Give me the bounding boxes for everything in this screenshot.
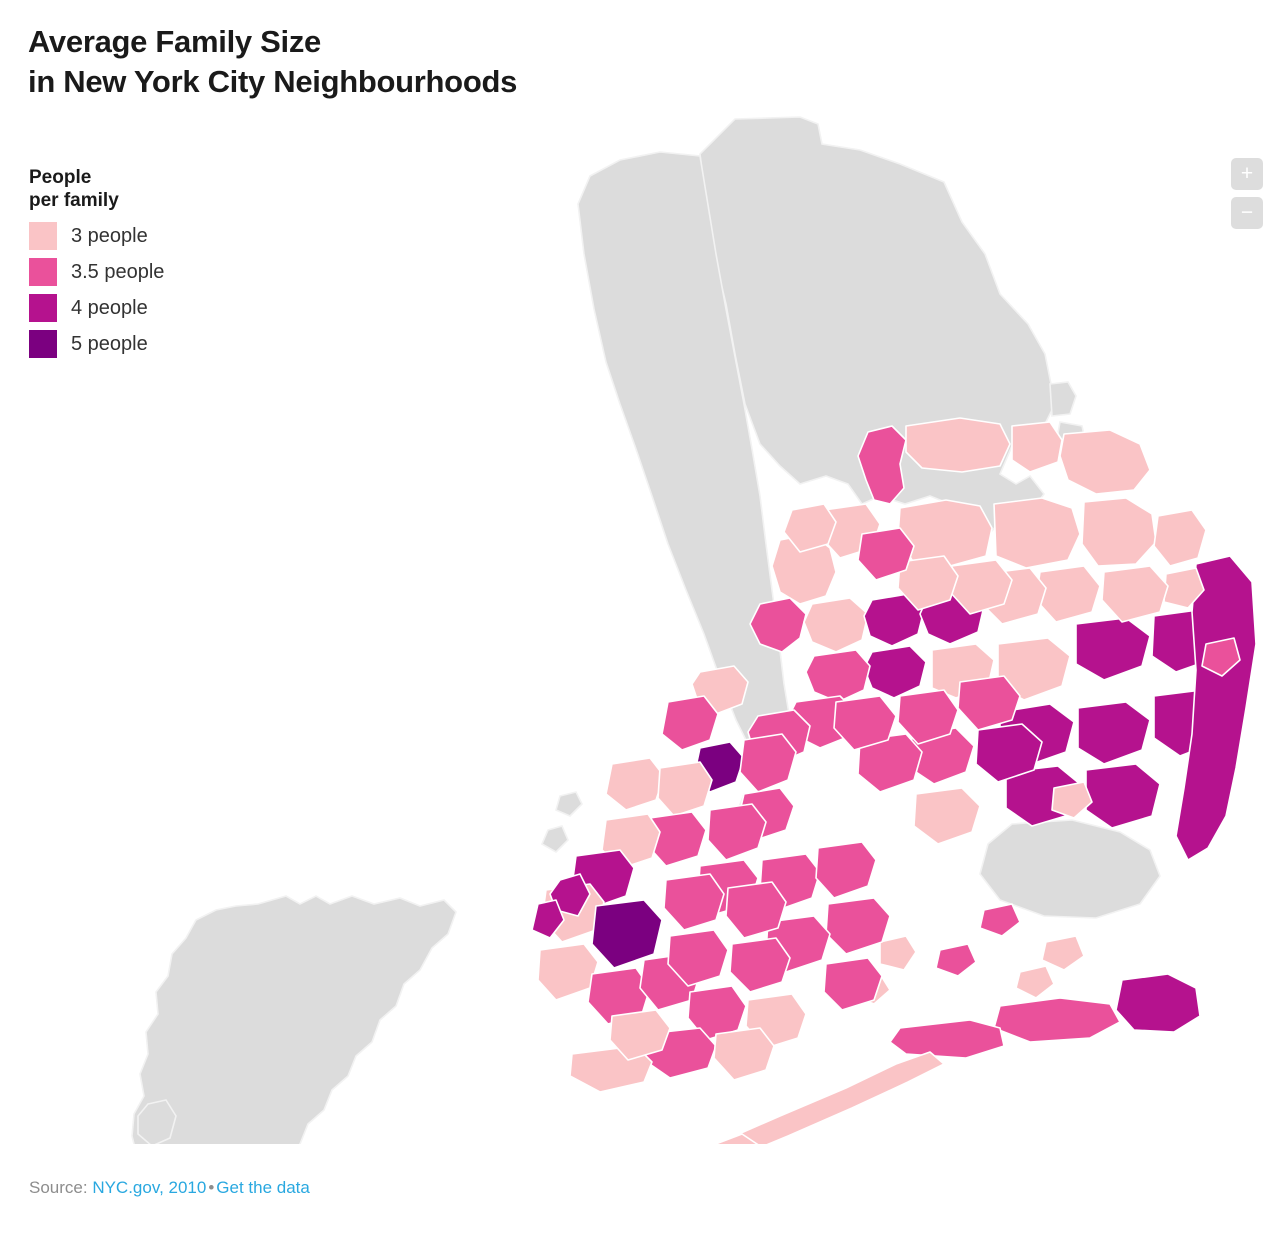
legend-row: 3.5 people [29,254,164,290]
map-region[interactable] [805,649,871,703]
source-prefix: Source: [29,1178,93,1197]
legend-swatch [29,330,57,358]
map-region[interactable] [1153,509,1207,567]
map-region[interactable] [1059,429,1151,495]
map-region[interactable] [729,937,791,993]
title-line-2: in New York City Neighbourhoods [28,64,518,99]
map-region[interactable] [1077,701,1151,765]
map-region[interactable] [913,787,981,845]
legend-row: 5 people [29,326,164,362]
nyc-choropleth-map[interactable] [0,104,1280,1144]
legend-title-line-2: per family [29,190,119,211]
source-link[interactable]: NYC.gov, 2010 [92,1178,206,1197]
legend-row: 4 people [29,290,164,326]
legend: People per family 3 people 3.5 people 4 pe… [29,166,164,362]
legend-label: 3 people [71,225,148,247]
map-region[interactable] [1115,973,1201,1033]
map-region[interactable] [1035,565,1101,623]
legend-label: 3.5 people [71,261,165,283]
map-region[interactable] [863,645,927,699]
map-region[interactable] [605,757,665,811]
staten-island-regions [131,895,457,1144]
map-region[interactable] [979,903,1021,937]
legend-title: People per family [29,166,164,212]
map-region[interactable] [1011,421,1063,473]
map-region-no-data [979,819,1161,919]
map-region[interactable] [993,997,1121,1043]
map-region[interactable] [1041,935,1085,971]
legend-swatch [29,294,57,322]
page-title: Average Family Size in New York City Nei… [28,22,888,102]
legend-label: 4 people [71,297,148,319]
map-region[interactable] [707,803,767,861]
map-region[interactable] [1101,565,1169,623]
zoom-out-button[interactable]: − [1231,197,1263,229]
map-region[interactable] [657,761,713,817]
legend-row: 3 people [29,218,164,254]
map-region[interactable] [1081,497,1157,567]
map-region[interactable] [1075,617,1151,681]
map-region[interactable] [661,695,719,751]
map-region[interactable] [993,497,1081,569]
zoom-in-icon: + [1240,161,1254,185]
footer-separator: • [208,1178,215,1197]
map-canvas[interactable] [0,104,1280,1144]
map-region[interactable] [905,417,1011,473]
legend-title-line-1: People [29,167,92,188]
map-region-no-data [1049,381,1077,417]
map-region[interactable] [879,935,917,971]
map-region[interactable] [815,841,877,899]
legend-swatch [29,258,57,286]
map-region[interactable] [1051,781,1093,819]
map-region[interactable] [713,1027,775,1081]
zoom-controls: + − [1231,158,1263,229]
map-region[interactable] [739,733,797,793]
map-region[interactable] [663,873,725,931]
data-regions[interactable] [531,417,1257,1144]
map-region-no-data [555,791,583,817]
legend-swatch [29,222,57,250]
map-region[interactable] [1085,763,1161,829]
zoom-out-icon: − [1240,200,1254,224]
map-region-no-data [540,825,569,853]
title-line-1: Average Family Size [28,24,321,59]
map-region[interactable] [591,899,663,969]
get-the-data-link[interactable]: Get the data [216,1178,310,1197]
legend-label: 5 people [71,333,148,355]
legend-items: 3 people 3.5 people 4 people 5 people [29,218,164,362]
map-region[interactable] [935,943,977,977]
footer-source: Source: NYC.gov, 2010 • Get the data [29,1178,310,1198]
map-region[interactable] [889,1019,1005,1059]
map-region-staten-island [131,895,457,1144]
map-region[interactable] [1015,965,1055,999]
map-page: Average Family Size in New York City Nei… [0,0,1280,1236]
zoom-in-button[interactable]: + [1231,158,1263,190]
map-region[interactable] [803,597,869,653]
